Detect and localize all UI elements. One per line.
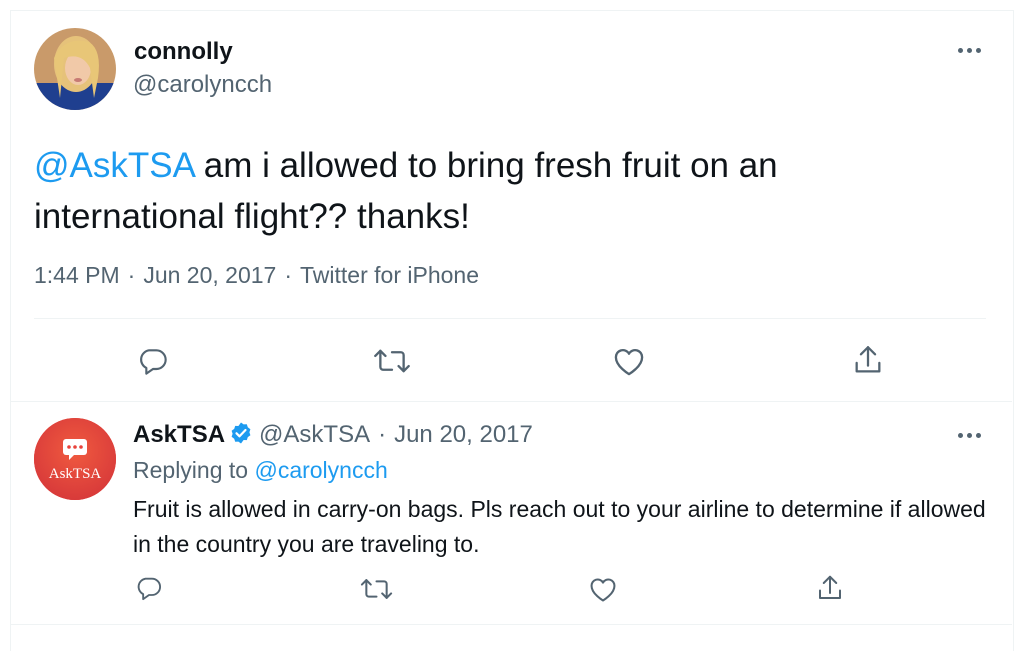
header-separator: · [378,421,387,448]
replying-to: Replying to @carolyncch [133,457,388,484]
tweet-date[interactable]: Jun 20, 2017 [143,262,276,288]
reply-icon[interactable] [136,345,170,377]
reply-author-name[interactable]: AskTSA [133,421,225,448]
reply-author-handle[interactable]: @AskTSA [259,421,370,448]
reply-retweet-icon[interactable] [360,575,393,603]
replying-handle-link[interactable]: @carolyncch [254,457,387,483]
share-icon[interactable] [850,343,886,377]
like-icon[interactable] [611,345,647,377]
verified-badge-icon [229,421,253,452]
more-icon[interactable] [956,44,986,56]
replying-label: Replying to [133,457,249,483]
tsa-logo-text: AskTSA [49,466,102,482]
meta-separator: · [127,262,136,288]
tweet-time[interactable]: 1:44 PM [34,262,120,288]
tweet-text: @AskTSA am i allowed to bring fresh frui… [34,140,934,242]
reply-reply-icon[interactable] [134,574,164,602]
reply-like-icon[interactable] [587,575,619,603]
reply-more-icon[interactable] [956,429,986,441]
reply-tweet-text: Fruit is allowed in carry-on bags. Pls r… [133,496,986,557]
retweet-icon[interactable] [373,345,411,377]
divider [10,624,1012,625]
meta-separator: · [284,262,293,288]
divider [34,318,986,319]
tweet-metadata: 1:44 PM · Jun 20, 2017 · Twitter for iPhone [34,262,479,289]
reply-share-icon[interactable] [814,573,846,603]
tweet-mention-link[interactable]: @AskTSA [34,146,194,185]
divider [10,401,1012,402]
tweet-source[interactable]: Twitter for iPhone [300,262,479,288]
reply-header: AskTSA @AskTSA · Jun 20, 2017 [133,421,533,452]
author-avatar[interactable] [34,28,116,110]
author-handle[interactable]: @carolyncch [133,71,272,99]
author-name[interactable]: connolly [134,38,233,66]
reply-author-avatar[interactable]: AskTSA [34,418,116,500]
reply-date[interactable]: Jun 20, 2017 [394,421,533,448]
